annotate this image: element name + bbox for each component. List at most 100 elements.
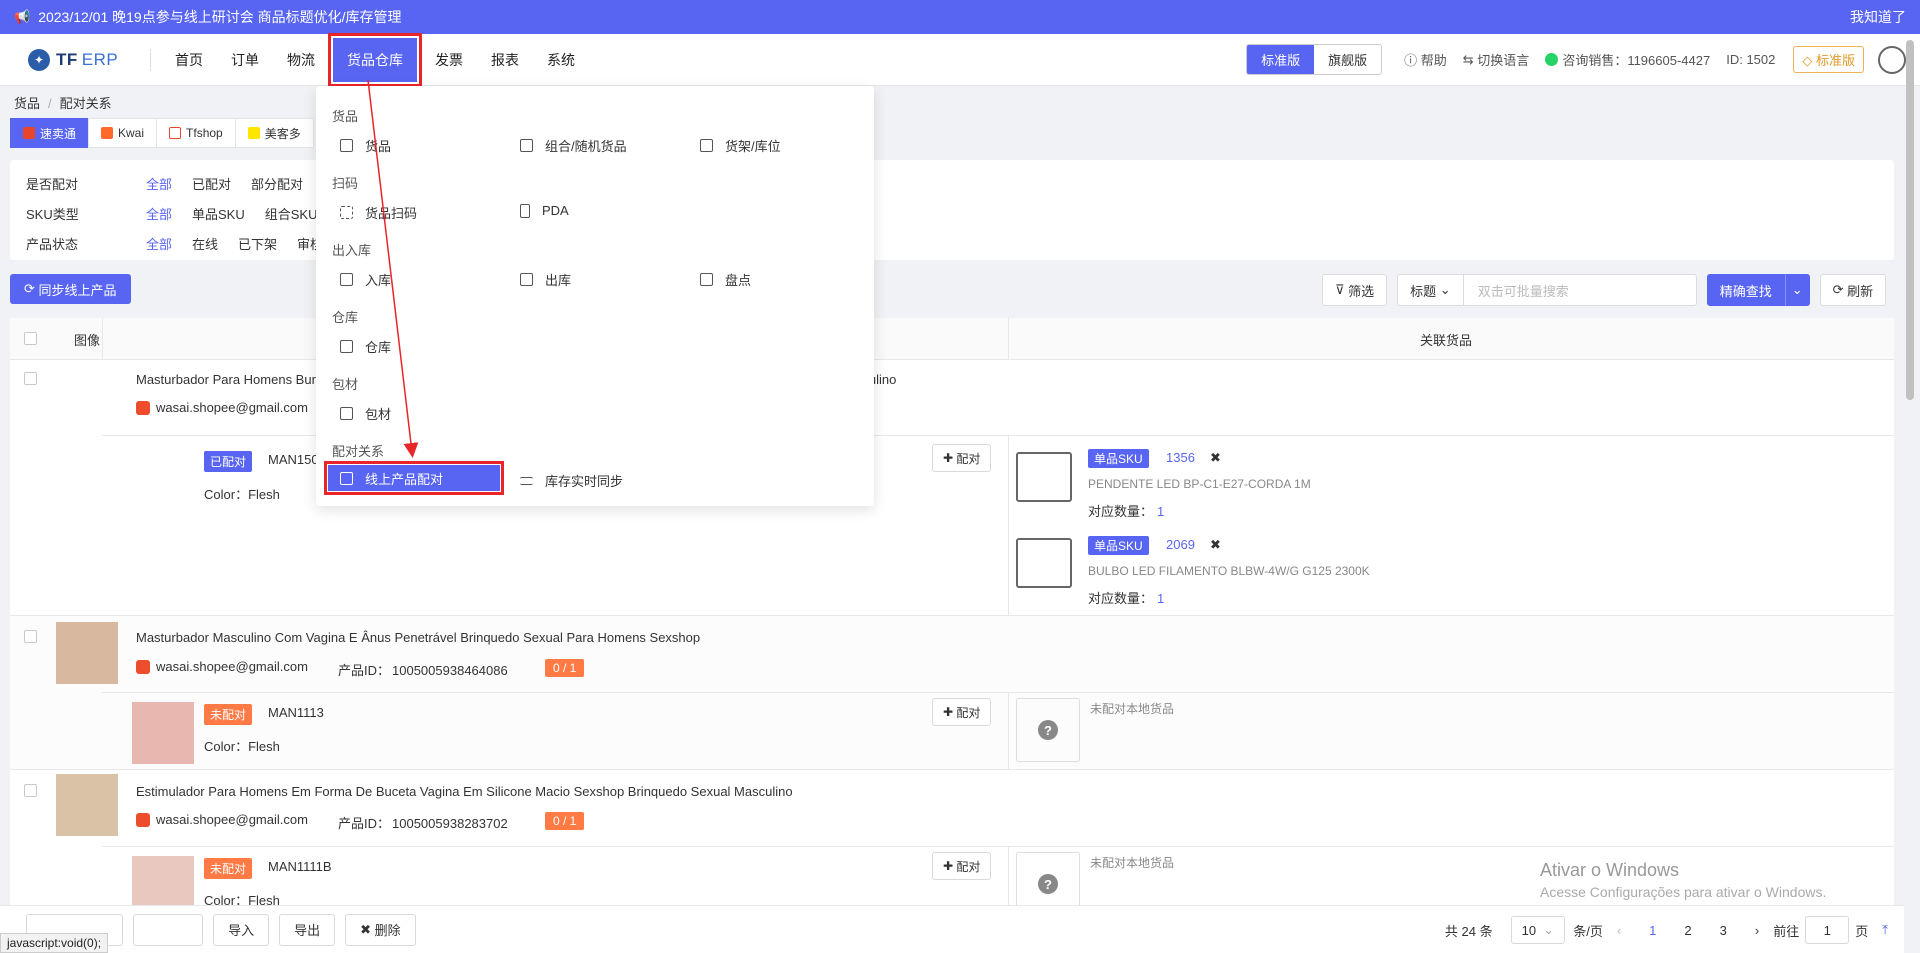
- logo-suffix: ERP: [81, 49, 119, 69]
- remove-icon[interactable]: ✖: [1210, 537, 1221, 553]
- filter-option[interactable]: 全部: [146, 204, 172, 223]
- menu-section-title: 包材: [332, 377, 359, 392]
- menu-item-shelf-location[interactable]: 货架/库位: [700, 136, 781, 155]
- tab-aliexpress[interactable]: 速卖通: [10, 118, 90, 148]
- plus-icon: ✚: [943, 451, 957, 465]
- product-thumbnail[interactable]: [56, 774, 118, 836]
- tab-label: 速卖通: [40, 126, 77, 141]
- pair-ratio-badge: 0 / 1: [545, 812, 585, 830]
- table-row: Masturbador Masculino Com Vagina E Ânus …: [10, 616, 1894, 770]
- remove-icon[interactable]: ✖: [1210, 450, 1221, 466]
- tab-tfshop[interactable]: Tfshop: [156, 118, 236, 148]
- chevron-down-icon: ⌄: [1791, 282, 1803, 297]
- search-input[interactable]: 双击可批量搜索: [1462, 274, 1697, 306]
- menu-item-outbound[interactable]: 出库: [520, 270, 571, 289]
- filter-label: 是否配对: [26, 177, 79, 192]
- quantity-edit-link[interactable]: 1: [1157, 591, 1164, 606]
- tab-label: Kwai: [118, 126, 145, 140]
- nav-divider: [150, 48, 151, 71]
- quantity-edit-link[interactable]: 1: [1157, 504, 1164, 519]
- variant-sku: MAN1111B: [268, 859, 332, 874]
- pair-button[interactable]: ✚ 配对: [932, 852, 992, 880]
- sku-number-link[interactable]: 1356: [1166, 450, 1195, 465]
- page-2[interactable]: 2: [1684, 923, 1691, 938]
- nav-orders[interactable]: 订单: [217, 34, 273, 86]
- menu-item-goods-scan[interactable]: 货品扫码: [340, 203, 417, 222]
- filter-option[interactable]: 已配对: [192, 174, 231, 193]
- menu-item-goods[interactable]: 货品: [340, 136, 391, 155]
- goto-label: 前往: [1773, 923, 1800, 939]
- row-checkbox[interactable]: [24, 784, 37, 797]
- search-field-select[interactable]: 标题 ⌄: [1397, 274, 1463, 306]
- switch-language-link[interactable]: ⇆ 切换语言: [1463, 50, 1530, 69]
- status-badge: 未配对: [204, 858, 253, 879]
- row-checkbox[interactable]: [24, 630, 37, 643]
- select-all-checkbox[interactable]: [24, 332, 37, 345]
- filter-button[interactable]: ⊽ 筛选: [1322, 274, 1388, 306]
- filter-option[interactable]: 全部: [146, 234, 172, 253]
- exact-search-button[interactable]: 精确查找: [1706, 274, 1785, 306]
- filter-option[interactable]: 在线: [192, 234, 218, 253]
- filter-option[interactable]: 部分配对: [251, 174, 303, 193]
- pair-button[interactable]: ✚ 配对: [932, 698, 992, 726]
- menu-item-packaging[interactable]: 包材: [340, 404, 391, 423]
- batch-button[interactable]: 批量 ⌄: [132, 913, 204, 946]
- nav-system[interactable]: 系统: [533, 34, 589, 86]
- back-to-top-icon[interactable]: ⤒: [1882, 922, 1888, 938]
- menu-item-stocktake[interactable]: 盘点: [700, 270, 751, 289]
- avatar[interactable]: [1878, 45, 1906, 74]
- edition-flagship-button[interactable]: 旗舰版: [1314, 45, 1381, 74]
- help-link[interactable]: ⓘ 帮助: [1404, 50, 1447, 69]
- nav-logistics[interactable]: 物流: [273, 34, 329, 86]
- logo[interactable]: ✦ TF ERP: [28, 48, 138, 71]
- banner-dismiss-link[interactable]: 我知道了: [1850, 7, 1906, 27]
- menu-item-inbound[interactable]: 入库: [340, 270, 391, 289]
- row-checkbox[interactable]: [24, 372, 37, 385]
- tab-kwai[interactable]: Kwai: [88, 118, 158, 148]
- cube-icon: [340, 139, 353, 152]
- product-title[interactable]: Masturbador Masculino Com Vagina E Ânus …: [136, 630, 700, 645]
- tab-mercadolibre[interactable]: 美客多: [234, 118, 314, 148]
- filter-option[interactable]: 单品SKU: [192, 204, 245, 223]
- goto-page-input[interactable]: 1: [1805, 916, 1850, 944]
- page-scrollbar[interactable]: [1906, 40, 1914, 400]
- nav-reports[interactable]: 报表: [477, 34, 533, 86]
- filter-option[interactable]: 组合SKU: [265, 204, 318, 223]
- sku-number-link[interactable]: 2069: [1166, 537, 1195, 552]
- page-size-select[interactable]: 10 ⌄: [1510, 916, 1566, 944]
- nav-home[interactable]: 首页: [161, 34, 217, 86]
- menu-item-pda[interactable]: PDA: [520, 203, 569, 218]
- edition-standard-button[interactable]: 标准版: [1247, 45, 1315, 74]
- page-3[interactable]: 3: [1720, 923, 1727, 938]
- next-page-icon[interactable]: ›: [1755, 923, 1759, 938]
- nav-invoice[interactable]: 发票: [421, 34, 477, 86]
- contact-sales[interactable]: 咨询销售：1196605-4427: [1545, 50, 1710, 69]
- filter-option[interactable]: 全部: [146, 174, 172, 193]
- filter-option[interactable]: 已下架: [238, 234, 277, 253]
- page-1[interactable]: 1: [1649, 923, 1656, 938]
- nav-goods-warehouse[interactable]: 货品仓库: [328, 32, 422, 87]
- pair-button[interactable]: ✚ 配对: [932, 444, 992, 472]
- menu-item-combo-goods[interactable]: 组合/随机货品: [520, 136, 627, 155]
- export-button[interactable]: 导出: [279, 913, 336, 946]
- banner-text[interactable]: 2023/12/01 晚19点参与线上研讨会 商品标题优化/库存管理: [38, 7, 401, 27]
- sync-products-button[interactable]: ⟳ 同步线上产品: [10, 274, 131, 304]
- delete-button[interactable]: ✖ 删除: [345, 913, 416, 946]
- search-dropdown-toggle[interactable]: ⌄: [1784, 274, 1810, 306]
- edition-badge[interactable]: ◇ 标准版: [1793, 46, 1864, 73]
- menu-item-realtime-stock-sync[interactable]: 库存实时同步: [520, 471, 623, 490]
- import-button[interactable]: 导入: [213, 913, 270, 946]
- bottom-toolbar: ⊕ 自动配对 批量 ⌄ 导入 导出 ✖ 删除 共 24 条 10 ⌄ 条/页 ‹…: [0, 905, 1904, 953]
- checkbox-icon: [340, 340, 353, 353]
- row-divider: [102, 692, 1894, 693]
- breadcrumb-goods[interactable]: 货品: [14, 96, 40, 111]
- menu-item-warehouse[interactable]: 仓库: [340, 337, 391, 356]
- chevron-down-icon: ⌄: [1436, 282, 1451, 297]
- prev-page-icon[interactable]: ‹: [1617, 923, 1621, 938]
- product-title[interactable]: Estimulador Para Homens Em Forma De Buce…: [136, 784, 793, 799]
- refresh-button[interactable]: ⟳ 刷新: [1819, 274, 1887, 306]
- variant-thumbnail[interactable]: [132, 702, 194, 764]
- product-thumbnail[interactable]: [56, 622, 118, 684]
- page-size-value: 10: [1521, 922, 1537, 938]
- menu-item-online-product-pairing[interactable]: 线上产品配对: [324, 461, 504, 495]
